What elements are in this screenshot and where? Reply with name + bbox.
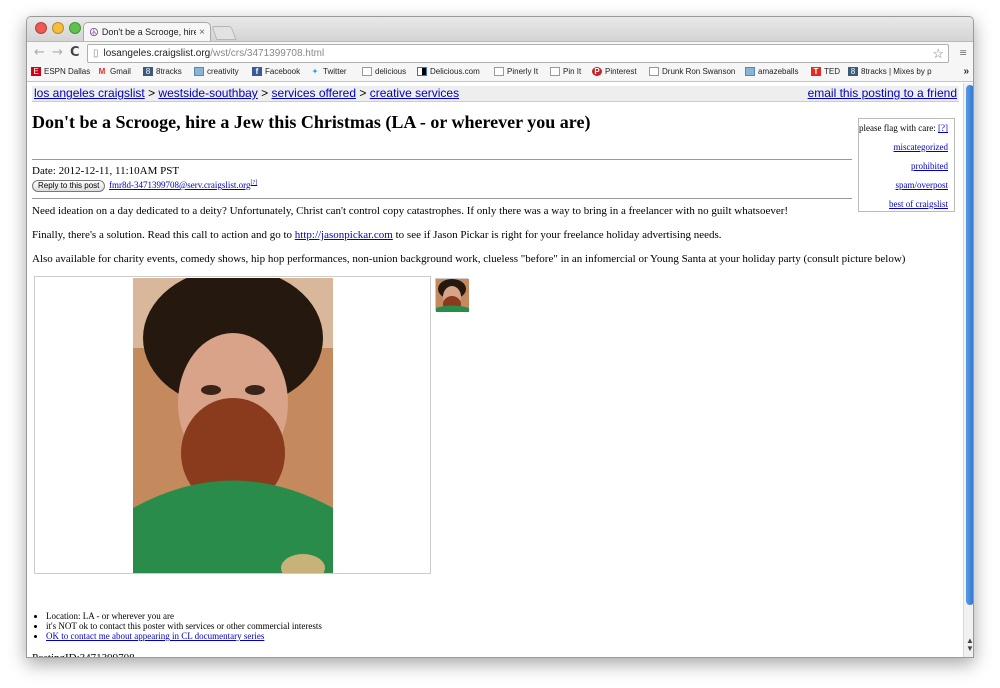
reply-button[interactable]: Reply to this post xyxy=(32,180,106,192)
bookmark-amazeballs[interactable]: amazeballs xyxy=(745,67,798,76)
menu-icon[interactable]: ≡ xyxy=(960,45,967,61)
scrollbar-thumb[interactable] xyxy=(966,85,973,605)
breadcrumb-los-angeles[interactable]: los angeles craigslist xyxy=(34,86,145,100)
forward-arrow-icon[interactable]: → xyxy=(52,45,63,61)
reply-help-link[interactable]: [?] xyxy=(251,180,258,186)
bookmark-gmail[interactable]: M Gmail xyxy=(97,67,131,76)
vertical-scrollbar[interactable]: ▲ ▼ xyxy=(963,83,973,657)
divider xyxy=(32,159,852,160)
flag-heading: please flag with care: [?] xyxy=(859,123,948,133)
flag-best-of-craigslist[interactable]: best of craigslist xyxy=(859,199,948,209)
minimize-window-icon[interactable] xyxy=(52,22,64,34)
location-item: Location: LA - or wherever you are xyxy=(46,611,322,621)
ted-icon: T xyxy=(811,67,821,76)
espn-icon: E xyxy=(31,67,41,76)
tab-active[interactable]: ☮ Don't be a Scrooge, hire a Je × xyxy=(83,22,211,41)
divider xyxy=(32,198,852,199)
bookmark-facebook[interactable]: f Facebook xyxy=(252,67,300,76)
main-image-frame xyxy=(34,276,431,574)
bookmarks-overflow-icon[interactable]: » xyxy=(963,66,969,77)
bookmark-ted[interactable]: T TED xyxy=(811,67,840,76)
breadcrumb-services-offered[interactable]: services offered xyxy=(272,86,357,100)
page-icon xyxy=(649,67,659,76)
bookmark-drunk-ron-swanson[interactable]: Drunk Ron Swanson xyxy=(649,67,735,76)
breadcrumb-westside-southbay[interactable]: westside-southbay xyxy=(158,86,257,100)
bookmark-star-icon[interactable]: ☆ xyxy=(932,46,944,62)
flag-box: please flag with care: [?] miscategorize… xyxy=(858,118,955,212)
posting-id: PostingID:3471399708 xyxy=(32,652,135,658)
breadcrumb-creative-services[interactable]: creative services xyxy=(370,86,459,100)
no-contact-item: it's NOT ok to contact this poster with … xyxy=(46,621,322,631)
bookmark-pinerly-it[interactable]: Pinerly It xyxy=(494,67,538,76)
facebook-icon: f xyxy=(252,67,262,76)
flag-spam-overpost[interactable]: spam/overpost xyxy=(859,180,949,190)
bookmarks-bar: E ESPN Dallas M Gmail 8 8tracks creativity … xyxy=(27,64,973,82)
folder-icon xyxy=(745,67,755,76)
tab-title: Don't be a Scrooge, hire a Je xyxy=(101,27,196,37)
thumbnail-image[interactable] xyxy=(435,278,469,312)
bookmark-creativity[interactable]: creativity xyxy=(194,67,239,76)
bookmark-delicious-com[interactable]: Delicious.com xyxy=(417,67,480,76)
post-date: Date: 2012-12-11, 11:10AM PST xyxy=(32,165,180,177)
tab-strip: ☮ Don't be a Scrooge, hire a Je × xyxy=(27,17,973,41)
bookmark-pinterest[interactable]: P Pinterest xyxy=(592,67,637,76)
page-icon xyxy=(362,67,372,76)
email-posting-link[interactable]: email this posting to a friend xyxy=(808,86,957,100)
close-window-icon[interactable] xyxy=(35,22,47,34)
reply-email-link[interactable]: fmr8d-3471399708@serv.craigslist.org xyxy=(109,180,251,190)
pinterest-icon: P xyxy=(592,67,602,76)
main-photo xyxy=(133,278,333,573)
page-title: Don't be a Scrooge, hire a Jew this Chri… xyxy=(32,112,591,132)
page-icon: ▯ xyxy=(93,48,99,59)
browser-window: ☮ Don't be a Scrooge, hire a Je × ← → C … xyxy=(26,16,974,658)
post-body-paragraph: Need ideation on a day dedicated to a de… xyxy=(32,205,789,217)
reply-email: fmr8d-3471399708@serv.craigslist.org[?] xyxy=(109,180,257,190)
address-bar[interactable]: ▯ losangeles.craigslist.org/wst/crs/3471… xyxy=(87,44,949,63)
reload-icon[interactable]: C xyxy=(70,45,80,61)
bookmark-8tracks-mixes[interactable]: 8 8tracks | Mixes by p xyxy=(848,67,932,76)
bookmark-pin-it[interactable]: Pin It xyxy=(550,67,581,76)
folder-icon xyxy=(194,67,204,76)
flag-help-link[interactable]: [?] xyxy=(938,123,948,133)
post-body-paragraph: Finally, there's a solution. Read this c… xyxy=(32,229,722,241)
new-tab-button[interactable] xyxy=(211,26,237,40)
page-content: los angeles craigslist > westside-southb… xyxy=(27,83,963,658)
flag-prohibited[interactable]: prohibited xyxy=(859,161,948,171)
page-icon xyxy=(494,67,504,76)
twitter-icon: ✦ xyxy=(311,67,319,76)
documentary-link[interactable]: OK to contact me about appearing in CL d… xyxy=(46,631,264,641)
bookmark-delicious[interactable]: delicious xyxy=(362,67,406,76)
url-domain: losangeles.craigslist.org xyxy=(103,48,211,59)
breadcrumb: los angeles craigslist > westside-southb… xyxy=(32,86,959,102)
post-body-paragraph: Also available for charity events, comed… xyxy=(32,253,906,265)
bookmark-twitter[interactable]: ✦ Twitter xyxy=(310,67,347,76)
8tracks-icon: 8 xyxy=(143,67,153,76)
flag-miscategorized[interactable]: miscategorized xyxy=(859,142,948,152)
zoom-window-icon[interactable] xyxy=(69,22,81,34)
bookmark-8tracks[interactable]: 8 8tracks xyxy=(143,67,182,76)
gmail-icon: M xyxy=(98,67,106,76)
back-arrow-icon[interactable]: ← xyxy=(34,45,45,61)
website-link[interactable]: http://jasonpickar.com xyxy=(295,229,393,241)
8tracks-icon: 8 xyxy=(848,67,858,76)
peace-sign-icon: ☮ xyxy=(89,26,99,39)
tab-close-icon[interactable]: × xyxy=(199,27,205,38)
scroll-arrows[interactable]: ▲ ▼ xyxy=(965,637,973,653)
url-path: /wst/crs/3471399708.html xyxy=(210,48,325,59)
page-icon xyxy=(550,67,560,76)
browser-toolbar: ← → C ▯ losangeles.craigslist.org/wst/cr… xyxy=(27,41,973,64)
delicious-icon xyxy=(417,67,427,76)
post-details-list: Location: LA - or wherever you are it's … xyxy=(32,611,322,641)
documentary-item: OK to contact me about appearing in CL d… xyxy=(46,631,322,641)
bookmark-espn-dallas[interactable]: E ESPN Dallas xyxy=(31,67,90,76)
